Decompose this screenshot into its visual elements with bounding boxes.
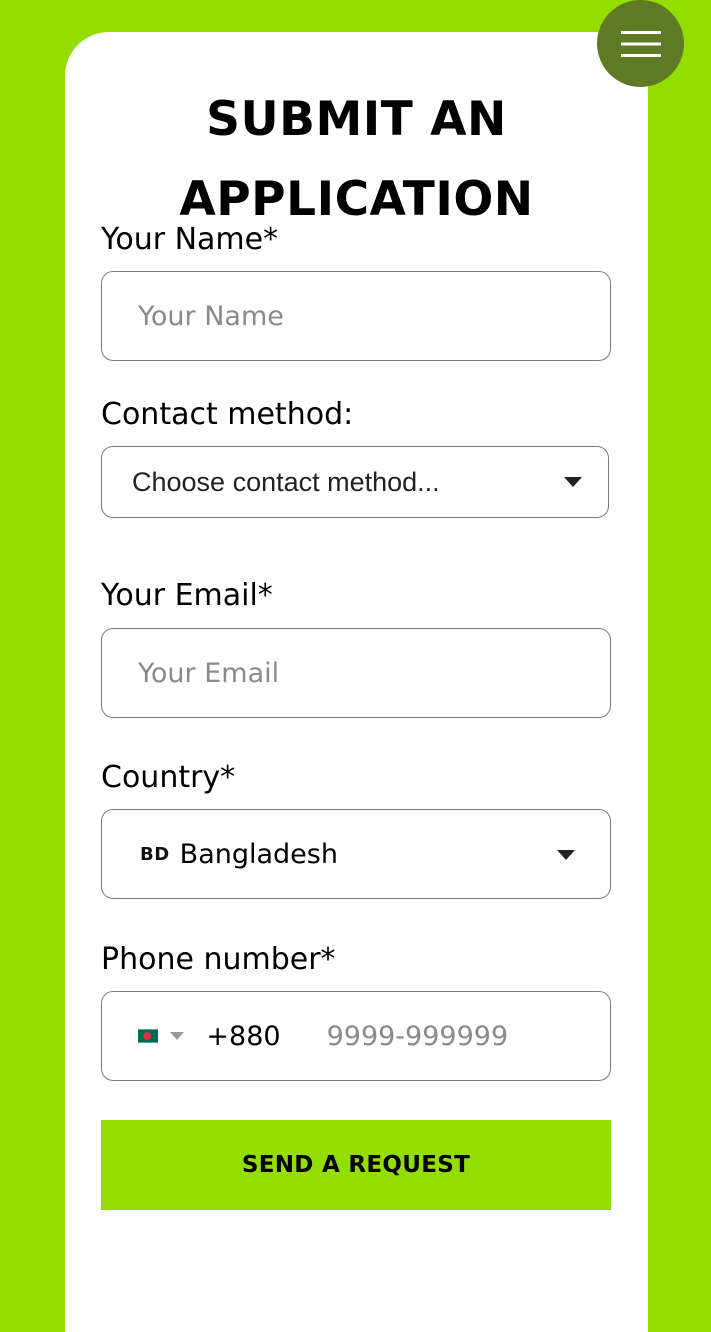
menu-button[interactable] <box>597 0 684 87</box>
country-select[interactable]: BD Bangladesh <box>101 809 611 899</box>
email-field-box <box>101 628 611 718</box>
phone-label: Phone number* <box>101 942 336 977</box>
phone-input[interactable] <box>290 992 610 1080</box>
hamburger-menu-icon <box>620 30 661 57</box>
contact-method-label: Contact method: <box>101 397 354 432</box>
country-code: BD <box>140 843 170 865</box>
chevron-down-icon <box>564 477 582 487</box>
contact-method-value: Choose contact method... <box>132 466 440 497</box>
country-label: Country* <box>101 760 236 795</box>
flag-chevron-down-icon[interactable] <box>170 1032 185 1040</box>
page-title: SUBMIT AN APPLICATION <box>179 92 534 227</box>
phone-field-box: +880 <box>101 991 611 1081</box>
dial-code: +880 <box>206 1020 281 1052</box>
email-label: Your Email* <box>101 578 273 613</box>
email-input[interactable] <box>102 629 610 717</box>
send-request-button[interactable]: SEND A REQUEST <box>101 1120 611 1210</box>
country-value: Bangladesh <box>179 838 338 870</box>
chevron-down-icon <box>557 850 575 860</box>
bangladesh-flag-icon[interactable] <box>138 1025 159 1047</box>
name-field-box <box>101 271 611 361</box>
name-label: Your Name* <box>101 222 279 257</box>
name-input[interactable] <box>102 272 610 360</box>
contact-method-select[interactable]: Choose contact method... <box>101 446 609 518</box>
